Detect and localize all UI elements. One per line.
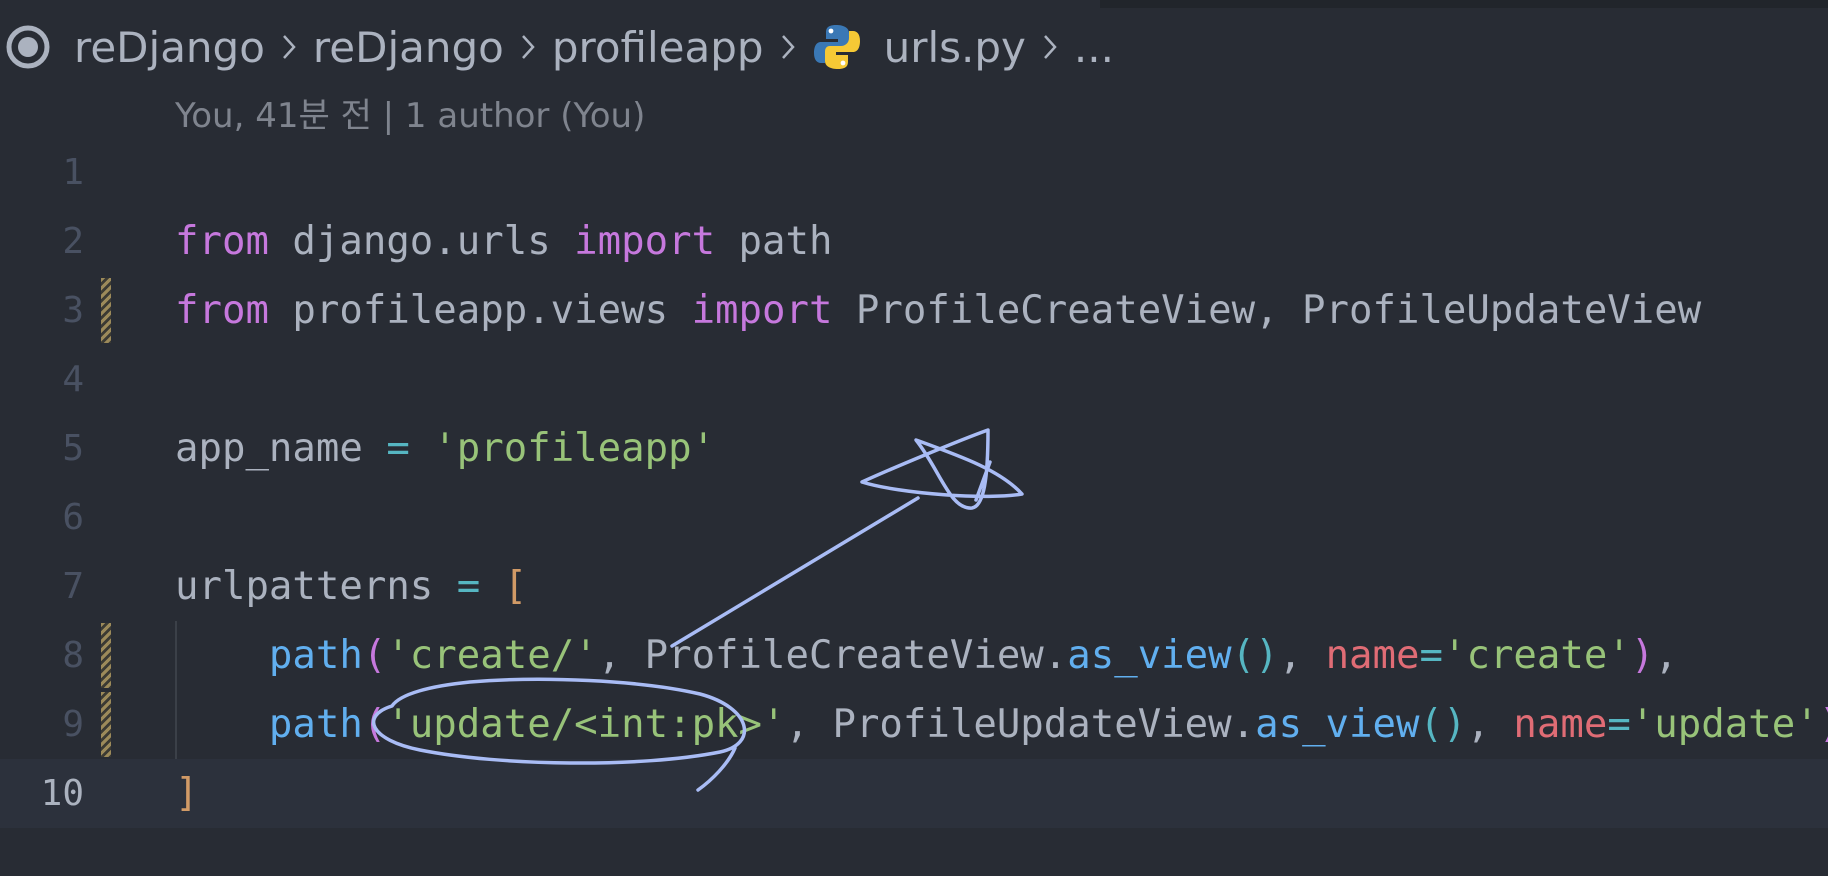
- code-line-1: 1: [0, 138, 1828, 207]
- token-bracket: ): [1630, 633, 1655, 678]
- token-function: path: [268, 702, 363, 747]
- code-line-5: 5 app_name = 'profileapp': [0, 414, 1828, 483]
- code-text: from django.urls import path: [175, 207, 832, 276]
- code-text: from profileapp.views import ProfileCrea…: [175, 276, 1701, 345]
- top-strip: [1100, 0, 1828, 8]
- code-line-4: 4: [0, 345, 1828, 414]
- token-text: profileapp.views: [268, 288, 692, 333]
- code-text: urlpatterns = [: [175, 552, 527, 621]
- token-text: django.urls: [268, 219, 575, 264]
- code-line-8: 8 path('create/', ProfileCreateView.as_v…: [0, 621, 1828, 690]
- token-operator: =: [456, 564, 481, 609]
- code-line-2: 2 from django.urls import path: [0, 207, 1828, 276]
- chevron-right-icon: [520, 33, 536, 61]
- token-operator: =: [386, 426, 410, 471]
- line-number: 8: [62, 635, 84, 676]
- breadcrumb-item-project[interactable]: reDjango: [313, 23, 504, 72]
- token-function: as_view: [1067, 633, 1232, 678]
- token-keyword: from: [175, 288, 269, 333]
- modified-line-marker[interactable]: [101, 623, 111, 688]
- token-bracket: [: [503, 564, 528, 609]
- code-text: app_name = 'profileapp': [175, 414, 715, 483]
- codelens-blame[interactable]: You, 41분 전 | 1 author (You): [175, 88, 645, 137]
- token-string: 'create/': [386, 633, 598, 678]
- code-line-3: 3 from profileapp.views import ProfileCr…: [0, 276, 1828, 345]
- code-text: path('update/<int:pk>', ProfileUpdateVie…: [175, 690, 1828, 759]
- token-text: ,: [1278, 633, 1326, 678]
- token-text: ProfileCreateView, ProfileUpdateView: [832, 288, 1702, 333]
- chevron-right-icon: [780, 33, 796, 61]
- token-text: , ProfileUpdateView.: [785, 702, 1256, 747]
- breadcrumb-item-more[interactable]: ...: [1074, 23, 1114, 72]
- token-variable: urlpatterns: [175, 564, 457, 609]
- line-number: 7: [62, 566, 84, 607]
- outline-circle-icon[interactable]: [4, 23, 52, 71]
- token-string: 'create': [1442, 633, 1631, 678]
- token-string: 'update/<int:pk>': [386, 702, 786, 747]
- breadcrumb-item-root[interactable]: reDjango: [74, 23, 265, 72]
- chevron-right-icon: [281, 33, 297, 61]
- token-keyword: from: [175, 219, 269, 264]
- line-number: 4: [62, 359, 84, 400]
- token-text: path: [715, 219, 833, 264]
- token-bracket: ): [1819, 702, 1828, 747]
- token-bracket: ]: [175, 771, 199, 816]
- token-parameter: name: [1513, 702, 1608, 747]
- code-line-7: 7 urlpatterns = [: [0, 552, 1828, 621]
- token-operator: =: [1419, 633, 1443, 678]
- token-bracket: (: [362, 633, 387, 678]
- line-number: 10: [40, 773, 84, 814]
- modified-line-marker[interactable]: [101, 278, 111, 343]
- breadcrumb-item-file[interactable]: urls.py: [884, 23, 1026, 72]
- code-line-6: 6: [0, 483, 1828, 552]
- line-number: 3: [62, 290, 84, 331]
- token-variable: app_name: [175, 426, 387, 471]
- breadcrumb: reDjango reDjango profileapp urls.py ...: [0, 14, 1114, 80]
- python-file-icon: [812, 21, 864, 73]
- code-text: ]: [175, 759, 198, 828]
- line-number: 2: [62, 221, 84, 262]
- token-keyword: import: [691, 288, 833, 333]
- token-string: 'update': [1630, 702, 1819, 747]
- line-number: 6: [62, 497, 84, 538]
- token-keyword: import: [574, 219, 716, 264]
- token-function: path: [268, 633, 363, 678]
- token-function: as_view: [1255, 702, 1420, 747]
- breadcrumb-item-app[interactable]: profileapp: [552, 23, 764, 72]
- line-number: 9: [62, 704, 84, 745]
- token-bracket: (): [1419, 702, 1467, 747]
- code-editor[interactable]: 1 2 from django.urls import path 3 from …: [0, 138, 1828, 828]
- token-text: ,: [1466, 702, 1514, 747]
- modified-line-marker[interactable]: [101, 692, 111, 757]
- token-bracket: (): [1231, 633, 1279, 678]
- token-operator: =: [1607, 702, 1631, 747]
- chevron-right-icon: [1042, 33, 1058, 61]
- code-text: path('create/', ProfileCreateView.as_vie…: [175, 621, 1678, 690]
- code-line-9: 9 path('update/<int:pk>', ProfileUpdateV…: [0, 690, 1828, 759]
- token-bracket: (: [362, 702, 387, 747]
- line-number: 5: [62, 428, 84, 469]
- token-string: 'profileapp': [433, 426, 716, 471]
- token-parameter: name: [1325, 633, 1420, 678]
- line-number: 1: [62, 152, 84, 193]
- token-text: ,: [1654, 633, 1678, 678]
- token-text: , ProfileCreateView.: [597, 633, 1068, 678]
- code-line-10: 10 ]: [0, 759, 1828, 828]
